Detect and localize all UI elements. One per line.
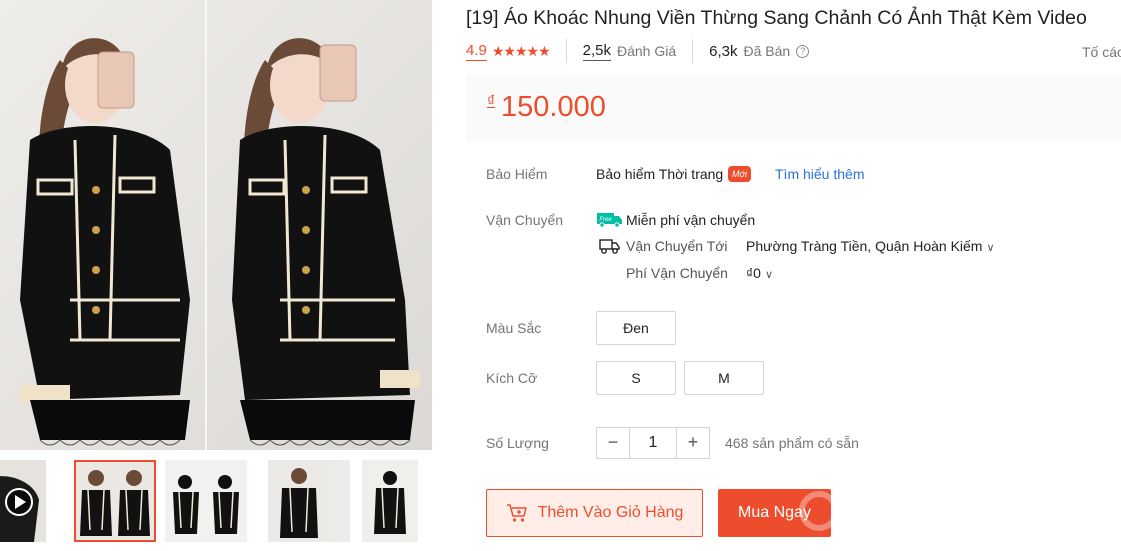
sold-count: 6,3k bbox=[709, 42, 738, 60]
thumbnail-2[interactable] bbox=[165, 460, 247, 542]
insurance-name: Bảo hiểm Thời trang bbox=[596, 166, 724, 182]
svg-text:Free: Free bbox=[599, 217, 612, 223]
rating-stars-icon: ★★★★★ bbox=[491, 42, 551, 59]
rating-value[interactable]: 4.9 bbox=[466, 42, 487, 61]
chevron-down-icon: ∨ bbox=[764, 269, 774, 281]
quantity-label: Số Lượng bbox=[486, 435, 549, 451]
product-main-image[interactable] bbox=[0, 0, 432, 450]
learn-more-link[interactable]: Tìm hiểu thêm bbox=[775, 166, 864, 182]
buy-now-label: Mua Ngay bbox=[738, 504, 811, 521]
thumbnail-3[interactable] bbox=[268, 460, 350, 542]
product-title: [19] Áo Khoác Nhung Viền Thừng Sang Chản… bbox=[466, 7, 1087, 29]
thumbnail-video[interactable] bbox=[0, 460, 46, 542]
shipping-fee-label: Phí Vận Chuyển bbox=[626, 265, 728, 281]
reviews-label: Đánh Giá bbox=[616, 43, 677, 59]
ship-to-label: Vận Chuyển Tới bbox=[626, 238, 728, 254]
thumbnail-1[interactable] bbox=[74, 460, 156, 542]
divider bbox=[565, 39, 567, 63]
chevron-down-icon: ∨ bbox=[986, 242, 995, 254]
divider bbox=[692, 39, 694, 63]
ship-to-value: Phường Tràng Tiền, Quận Hoàn Kiếm bbox=[746, 238, 983, 254]
thumbnail-4[interactable] bbox=[362, 460, 418, 542]
reviews-count[interactable]: 2,5k bbox=[582, 42, 611, 61]
insurance-label: Bảo Hiểm bbox=[486, 166, 548, 182]
price-currency: ₫ bbox=[487, 93, 496, 110]
stock-available: 468 sản phẩm có sẵn bbox=[725, 435, 859, 451]
decrease-button[interactable]: − bbox=[597, 428, 629, 458]
truck-icon bbox=[599, 239, 620, 254]
shipping-label: Vận Chuyển bbox=[486, 212, 564, 228]
thumbnail-strip bbox=[0, 460, 432, 545]
size-label: Kích Cỡ bbox=[486, 370, 538, 386]
ship-to-selector[interactable]: Phường Tràng Tiền, Quận Hoàn Kiếm ∨ bbox=[746, 238, 995, 254]
color-label: Màu Sắc bbox=[486, 320, 542, 336]
increase-button[interactable]: + bbox=[677, 428, 709, 458]
report-link[interactable]: Tố cáo bbox=[1082, 44, 1121, 60]
help-icon[interactable]: ? bbox=[796, 44, 810, 58]
free-shipping-text: Miễn phí vận chuyển bbox=[626, 212, 756, 228]
sold-label: Đã Bán bbox=[743, 43, 791, 59]
add-to-cart-label: Thêm Vào Giỏ Hàng bbox=[537, 504, 684, 521]
free-shipping-icon: Free bbox=[597, 213, 622, 228]
color-option-black[interactable]: Đen bbox=[596, 311, 676, 345]
size-option-m[interactable]: M bbox=[684, 361, 764, 395]
product-stats: 4.9 ★★★★★ 2,5k Đánh Giá 6,3k Đã Bán ? bbox=[466, 39, 1121, 63]
quantity-input[interactable]: 1 bbox=[629, 428, 677, 458]
shipping-fee-selector[interactable]: ₫0 ∨ bbox=[746, 265, 773, 281]
size-option-s[interactable]: S bbox=[596, 361, 676, 395]
shipping-fee-value: ₫0 bbox=[746, 265, 761, 281]
quantity-stepper: − 1 + bbox=[596, 427, 710, 459]
price-section: ₫ 150.000 bbox=[466, 75, 1121, 141]
buy-now-button[interactable]: Mua Ngay bbox=[718, 489, 831, 537]
add-to-cart-button[interactable]: Thêm Vào Giỏ Hàng bbox=[486, 489, 703, 537]
product-price: 150.000 bbox=[501, 91, 606, 123]
cart-icon bbox=[506, 504, 527, 522]
new-badge: Mới bbox=[728, 166, 751, 182]
